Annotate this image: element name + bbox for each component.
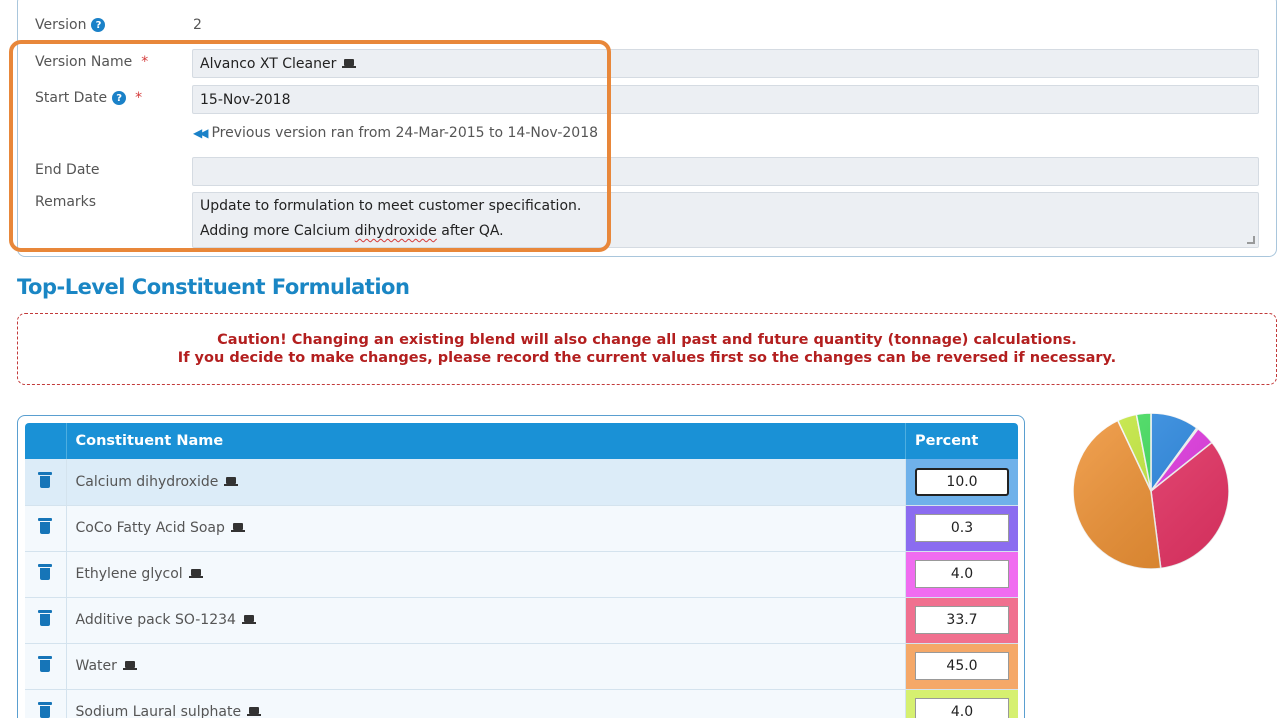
table-row: Water 45.0 [25,643,1018,690]
constituent-name: Calcium dihydroxide [75,473,219,490]
percent-cell: 45.0 [905,643,1018,690]
delete-cell [25,459,67,506]
table-row: Ethylene glycol 4.0 [25,551,1018,598]
constituent-name-cell: Additive pack SO-1234 [66,597,906,644]
table-row: CoCo Fatty Acid Soap 0.3 [25,505,1018,552]
help-icon[interactable]: ? [91,18,106,32]
delete-cell [25,643,67,690]
required-marker: * [135,90,143,106]
resize-handle-icon[interactable] [1247,236,1255,244]
laptop-icon [247,707,262,717]
start-date-field[interactable]: 15-Nov-2018 [192,85,1259,114]
percent-cell: 0.3 [905,505,1018,552]
delete-cell [25,689,67,718]
end-date-field[interactable] [192,157,1259,186]
version-name-label-text: Version Name [35,54,133,70]
laptop-icon [188,569,203,579]
remarks-textarea[interactable]: Update to formulation to meet customer s… [192,192,1259,248]
constituent-name-cell: Sodium Laural sulphate [66,689,906,718]
caution-line-2: If you decide to make changes, please re… [177,350,1117,366]
percent-input[interactable]: 0.3 [915,514,1009,542]
composition-pie-chart [1072,412,1230,570]
table-row: Sodium Laural sulphate 4.0 [25,689,1018,718]
remarks-line-2: Adding more Calcium dihydroxide after QA… [200,223,504,239]
laptop-icon [230,523,245,533]
remarks-misspelled-word: dihydroxide [354,223,437,239]
remarks-line-2-a: Adding more Calcium [200,223,355,239]
remarks-line-1: Update to formulation to meet customer s… [200,198,582,214]
percent-input[interactable]: 10.0 [915,467,1009,496]
previous-version-info: ◀◀ Previous version ran from 24-Mar-2015… [193,125,598,141]
percent-cell: 33.7 [905,597,1018,644]
percent-header: Percent [905,423,1018,459]
delete-cell [25,551,67,598]
laptop-icon [224,476,239,487]
version-name-value: Alvanco XT Cleaner [200,55,337,72]
constituent-name-wrap: Additive pack SO-1234 [76,612,897,628]
trash-icon[interactable] [38,610,53,626]
percent-cell: 4.0 [905,689,1018,718]
delete-column-header [25,423,67,459]
version-value: 2 [193,17,202,33]
laptop-icon [241,615,256,625]
constituent-name-wrap: Water [76,658,897,674]
start-date-label-text: Start Date [35,90,108,106]
constituent-name-cell: Ethylene glycol [66,551,906,598]
constituent-name-wrap: Ethylene glycol [76,566,897,582]
laptop-icon [122,661,137,671]
percent-input[interactable]: 45.0 [915,652,1009,680]
delete-cell [25,597,67,644]
rewind-icon: ◀◀ [193,126,209,140]
caution-banner: Caution! Changing an existing blend will… [17,313,1277,385]
constituent-name-cell: Water [66,643,906,690]
table-row: Calcium dihydroxide 10.0 [25,459,1018,506]
previous-version-text: Previous version ran from 24-Mar-2015 to… [211,125,599,141]
version-form-panel: Version ? 2 Version Name * Alvanco XT Cl… [17,0,1277,257]
version-label-text: Version [35,17,87,33]
end-date-label: End Date [35,162,100,178]
constituent-name-wrap: CoCo Fatty Acid Soap [76,520,897,536]
help-icon[interactable]: ? [112,91,127,105]
version-label: Version ? [35,17,106,33]
section-title: Top-Level Constituent Formulation [17,275,410,299]
percent-input[interactable]: 4.0 [915,698,1009,718]
table-row: Additive pack SO-1234 33.7 [25,597,1018,644]
constituent-table-panel: Constituent Name Percent Calcium dihydro… [17,415,1025,718]
constituent-name: Water [75,658,117,674]
trash-icon[interactable] [38,656,53,672]
start-date-label: Start Date ? * [35,90,142,106]
constituent-name-wrap: Calcium dihydroxide [76,474,897,490]
percent-cell: 10.0 [905,459,1018,506]
constituent-name-cell: Calcium dihydroxide [66,459,906,506]
percent-cell: 4.0 [905,551,1018,598]
delete-cell [25,505,67,552]
trash-icon[interactable] [38,518,53,534]
constituent-table: Constituent Name Percent Calcium dihydro… [25,423,1018,718]
remarks-line-2-c: after QA. [436,223,504,239]
constituent-name: Ethylene glycol [75,566,183,582]
percent-input[interactable]: 4.0 [915,560,1009,588]
percent-input[interactable]: 33.7 [915,606,1009,634]
remarks-label: Remarks [35,194,97,210]
constituent-name-header: Constituent Name [66,423,906,459]
trash-icon[interactable] [38,471,53,488]
constituent-name-wrap: Sodium Laural sulphate [76,704,897,718]
trash-icon[interactable] [38,702,53,718]
constituent-name: CoCo Fatty Acid Soap [75,520,225,536]
constituent-name-cell: CoCo Fatty Acid Soap [66,505,906,552]
version-name-label: Version Name * [35,54,148,70]
constituent-name: Additive pack SO-1234 [75,612,236,628]
start-date-value: 15-Nov-2018 [200,91,291,108]
required-marker: * [141,54,149,70]
caution-line-1: Caution! Changing an existing blend will… [217,332,1077,348]
laptop-icon [342,58,357,69]
constituent-name: Sodium Laural sulphate [75,704,242,718]
table-header-row: Constituent Name Percent [25,423,1018,459]
version-name-field[interactable]: Alvanco XT Cleaner [192,49,1259,78]
trash-icon[interactable] [38,564,53,580]
